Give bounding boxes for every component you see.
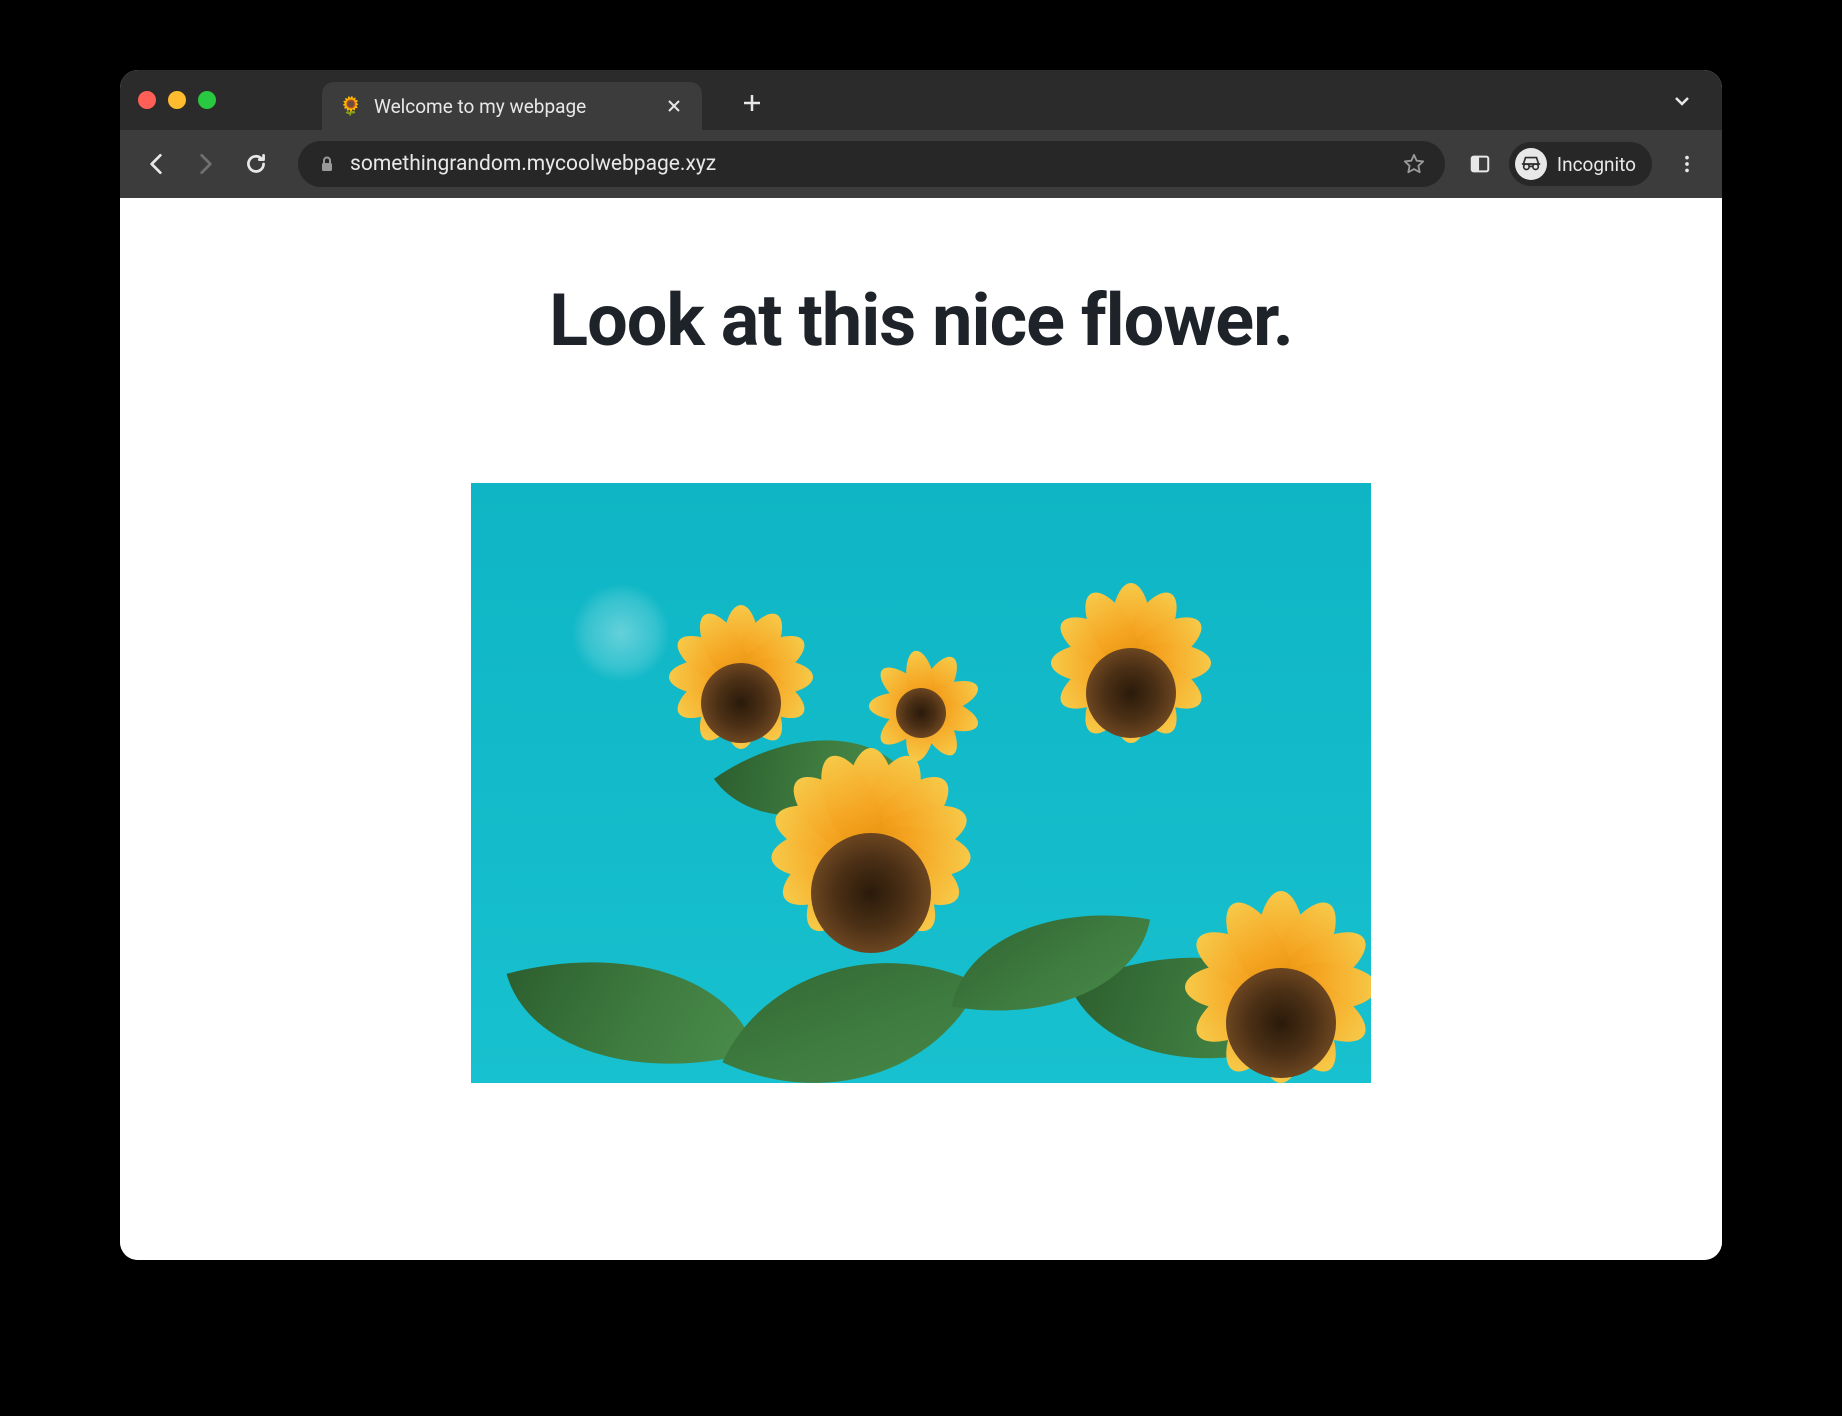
forward-button[interactable] [188, 146, 224, 182]
title-bar: 🌻 Welcome to my webpage [120, 70, 1722, 130]
menu-button[interactable] [1670, 153, 1704, 175]
toolbar: somethingrandom.mycoolwebpage.xyz Incogn… [120, 130, 1722, 198]
address-bar[interactable]: somethingrandom.mycoolwebpage.xyz [298, 141, 1445, 187]
tab-search-button[interactable] [1672, 91, 1692, 115]
incognito-badge[interactable]: Incognito [1509, 142, 1652, 186]
flower-image [471, 483, 1371, 1083]
window-controls [138, 91, 216, 109]
lock-icon [318, 155, 336, 173]
close-window-button[interactable] [138, 91, 156, 109]
url-text: somethingrandom.mycoolwebpage.xyz [350, 152, 1389, 176]
incognito-icon [1515, 148, 1547, 180]
sunflower-favicon-icon: 🌻 [340, 95, 362, 117]
reload-button[interactable] [238, 146, 274, 182]
page-heading: Look at this nice flower. [549, 278, 1293, 363]
close-tab-button[interactable] [664, 96, 684, 116]
back-button[interactable] [138, 146, 174, 182]
browser-window: 🌻 Welcome to my webpage [120, 70, 1722, 1260]
browser-tab[interactable]: 🌻 Welcome to my webpage [322, 82, 702, 130]
tab-title: Welcome to my webpage [374, 95, 652, 118]
side-panel-icon[interactable] [1469, 153, 1491, 175]
page-content: Look at this nice flower. [120, 198, 1722, 1260]
minimize-window-button[interactable] [168, 91, 186, 109]
maximize-window-button[interactable] [198, 91, 216, 109]
bookmark-star-icon[interactable] [1403, 153, 1425, 175]
toolbar-right: Incognito [1469, 142, 1704, 186]
new-tab-button[interactable] [732, 83, 772, 123]
incognito-label: Incognito [1557, 153, 1636, 176]
